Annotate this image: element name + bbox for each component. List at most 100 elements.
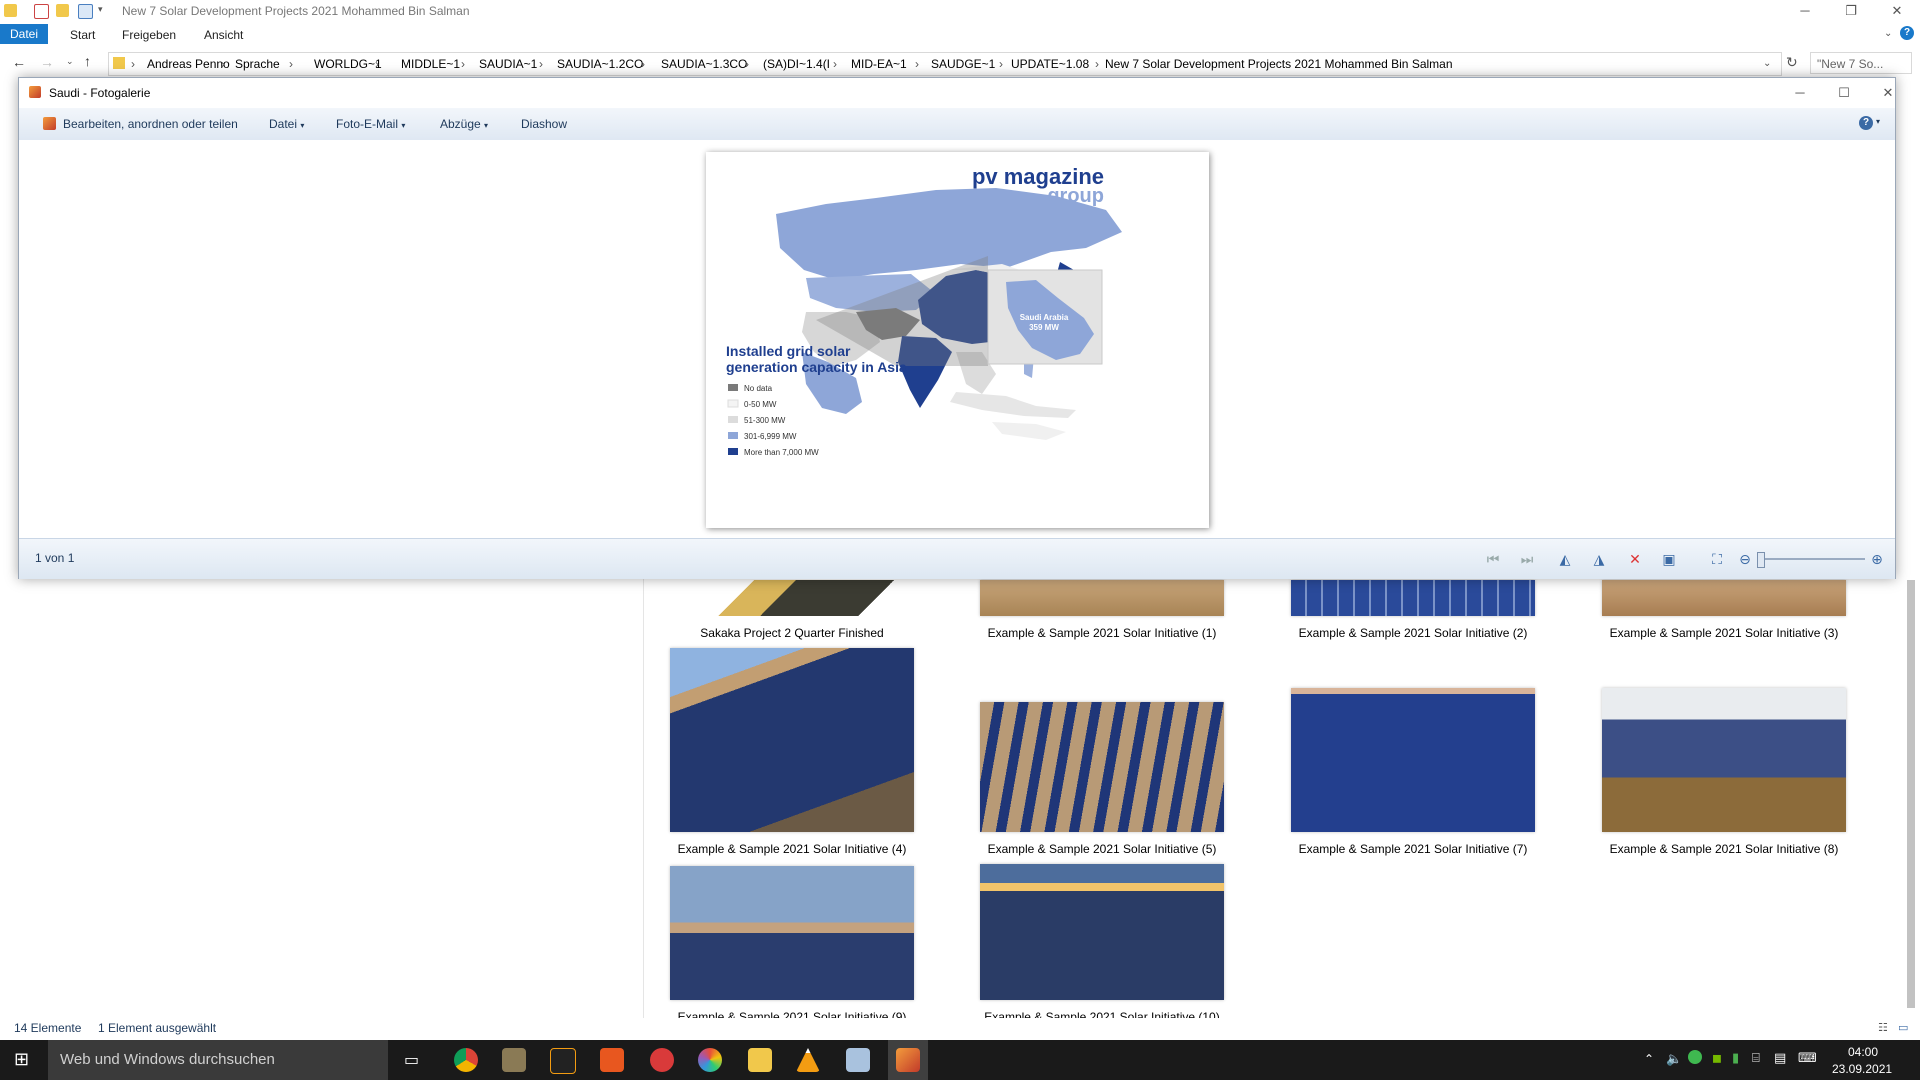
breadcrumb-item[interactable]: Andreas Penno	[147, 57, 230, 71]
prints-menu[interactable]: Abzüge ▾	[440, 117, 488, 131]
notifications-icon[interactable]: ▤	[1774, 1050, 1786, 1066]
slideshow-icon[interactable]: ▣	[1661, 551, 1677, 567]
file-thumbnail[interactable]: Example & Sample 2021 Solar Initiative (…	[1291, 688, 1535, 856]
app-icon[interactable]	[846, 1048, 870, 1072]
thumbnail-caption: Example & Sample 2021 Solar Initiative (…	[987, 842, 1217, 856]
file-explorer-icon[interactable]	[748, 1048, 772, 1072]
breadcrumb-item[interactable]: MIDDLE~1	[401, 57, 460, 71]
file-thumbnail[interactable]: Example & Sample 2021 Solar Initiative (…	[1602, 688, 1846, 856]
rotate-left-icon[interactable]: ◭	[1557, 551, 1573, 567]
task-view-icon[interactable]: ▭	[404, 1050, 419, 1070]
chrome-icon[interactable]	[454, 1048, 478, 1072]
recent-dropdown-icon[interactable]: ⌄	[66, 56, 74, 67]
qa-dropdown-icon[interactable]: ▾	[98, 4, 103, 15]
large-icons-view-icon[interactable]: ▭	[1898, 1021, 1908, 1034]
zoom-slider-thumb[interactable]	[1757, 552, 1765, 568]
scrollbar-thumb[interactable]	[1907, 580, 1915, 1008]
thumbnail-image	[980, 864, 1224, 1000]
app-icon[interactable]	[550, 1048, 576, 1074]
file-menu[interactable]: Datei ▾	[269, 117, 304, 131]
edit-arrange-share-button[interactable]: Bearbeiten, anordnen oder teilen	[63, 117, 238, 131]
asia-solar-map: pv magazine group Saudi Arabia 359 MW In…	[706, 152, 1209, 528]
tab-start[interactable]: Start	[60, 25, 105, 45]
gallery-minimize-button[interactable]: ─	[1777, 82, 1823, 104]
properties-icon[interactable]	[34, 4, 49, 19]
network-icon[interactable]: ⌸	[1752, 1050, 1760, 1066]
app-icon[interactable]	[600, 1048, 624, 1072]
details-view-icon[interactable]: ☷	[1878, 1021, 1888, 1034]
rename-icon[interactable]	[78, 4, 93, 19]
maximize-button[interactable]: ❐	[1828, 0, 1874, 22]
app-icon[interactable]	[650, 1048, 674, 1072]
keyboard-icon[interactable]: ⌨	[1798, 1050, 1817, 1066]
thumbnail-image	[670, 648, 914, 832]
email-menu[interactable]: Foto-E-Mail ▾	[336, 117, 405, 131]
photo-gallery-window: Saudi - Fotogalerie ─ ☐ ✕ Bearbeiten, an…	[18, 77, 1896, 579]
slideshow-button[interactable]: Diashow	[521, 117, 567, 131]
tab-freigeben[interactable]: Freigeben	[112, 25, 186, 45]
address-dropdown-icon[interactable]: ⌄	[1763, 58, 1771, 69]
tab-datei[interactable]: Datei	[0, 24, 49, 44]
zoom-out-icon[interactable]: ⊖	[1737, 551, 1753, 567]
show-hidden-icons-icon[interactable]: ⌃	[1644, 1052, 1654, 1066]
breadcrumb-item[interactable]: Sprache	[235, 57, 280, 71]
gallery-close-button[interactable]: ✕	[1865, 82, 1911, 104]
breadcrumb-item[interactable]: WORLDG~1	[314, 57, 382, 71]
delete-icon[interactable]: ✕	[1627, 551, 1643, 567]
back-arrow-icon[interactable]: ←	[12, 54, 26, 70]
thumbnail-caption: Example & Sample 2021 Solar Initiative (…	[677, 1010, 907, 1018]
ribbon-expand-icon[interactable]: ⌄	[1884, 28, 1892, 39]
close-button[interactable]: ✕	[1874, 0, 1920, 22]
refresh-icon[interactable]: ↻	[1786, 54, 1798, 71]
address-bar[interactable]: › Andreas Penno › Sprache › WORLDG~1 › M…	[108, 52, 1782, 76]
breadcrumb-item[interactable]: (SA)DI~1.4(I	[763, 57, 830, 71]
windows-start-icon[interactable]: ⊞	[14, 1049, 29, 1070]
file-thumbnail[interactable]: Example & Sample 2021 Solar Initiative (…	[670, 648, 914, 856]
tab-ansicht[interactable]: Ansicht	[194, 25, 253, 45]
help-icon[interactable]: ?	[1859, 116, 1873, 130]
photo-gallery-icon[interactable]	[896, 1048, 920, 1072]
file-thumbnail[interactable]: Sakaka Project 2 Quarter Finished	[670, 580, 914, 640]
up-arrow-icon[interactable]: ↑	[84, 53, 91, 69]
clock-date[interactable]: 23.09.2021	[1832, 1062, 1892, 1076]
app-icon[interactable]	[502, 1048, 526, 1072]
file-thumbnail[interactable]: Example & Sample 2021 Solar Initiative (…	[670, 866, 914, 1018]
clock-time[interactable]: 04:00	[1848, 1045, 1878, 1059]
search-input[interactable]: "New 7 So...	[1810, 52, 1912, 74]
security-icon[interactable]	[1688, 1050, 1702, 1064]
breadcrumb-item[interactable]: SAUDIA~1.2CO	[557, 57, 643, 71]
thumbnail-caption: Example & Sample 2021 Solar Initiative (…	[677, 842, 907, 856]
fit-to-window-icon[interactable]: ⛶	[1709, 551, 1725, 567]
breadcrumb-item[interactable]: SAUDIA~1	[479, 57, 537, 71]
gallery-maximize-button[interactable]: ☐	[1821, 82, 1867, 104]
next-icon[interactable]: ⏭	[1519, 551, 1535, 567]
app-icon[interactable]	[698, 1048, 722, 1072]
file-thumbnail[interactable]: Example & Sample 2021 Solar Initiative (…	[980, 864, 1224, 1018]
zoom-slider[interactable]	[1757, 552, 1865, 568]
volume-icon[interactable]: 🔈	[1666, 1051, 1682, 1067]
zoom-in-icon[interactable]: ⊕	[1869, 551, 1885, 567]
vlc-icon[interactable]	[796, 1048, 820, 1072]
breadcrumb-item[interactable]: SAUDIA~1.3CO	[661, 57, 747, 71]
previous-icon[interactable]: ⏮	[1485, 551, 1501, 567]
forward-arrow-icon[interactable]: →	[40, 54, 54, 70]
rotate-right-icon[interactable]: ◮	[1591, 551, 1607, 567]
dropdown-arrow-icon[interactable]: ▾	[1876, 117, 1880, 126]
breadcrumb-item[interactable]: New 7 Solar Development Projects 2021 Mo…	[1105, 57, 1453, 71]
breadcrumb-item[interactable]: MID-EA~1	[851, 57, 907, 71]
help-icon[interactable]: ?	[1900, 26, 1914, 40]
vertical-scrollbar[interactable]	[1904, 578, 1918, 1018]
new-folder-icon[interactable]	[56, 4, 69, 17]
taskbar-search-input[interactable]: Web und Windows durchsuchen	[48, 1040, 388, 1080]
breadcrumb-item[interactable]: SAUDGE~1	[931, 57, 995, 71]
nvidia-icon[interactable]: ◼	[1712, 1051, 1722, 1065]
breadcrumb-item[interactable]: UPDATE~1.08	[1011, 57, 1089, 71]
file-thumbnail[interactable]: Example & Sample 2021 Solar Initiative (…	[980, 580, 1224, 640]
minimize-button[interactable]: ─	[1782, 0, 1828, 22]
app-tray-icon[interactable]: ▮	[1732, 1050, 1739, 1066]
file-thumbnail[interactable]: Example & Sample 2021 Solar Initiative (…	[980, 702, 1224, 856]
legend-label: More than 7,000 MW	[744, 448, 819, 457]
file-thumbnail[interactable]: Example & Sample 2021 Solar Initiative (…	[1291, 580, 1535, 640]
file-thumbnail[interactable]: Example & Sample 2021 Solar Initiative (…	[1602, 580, 1846, 640]
dropdown-arrow-icon: ▾	[300, 121, 305, 130]
